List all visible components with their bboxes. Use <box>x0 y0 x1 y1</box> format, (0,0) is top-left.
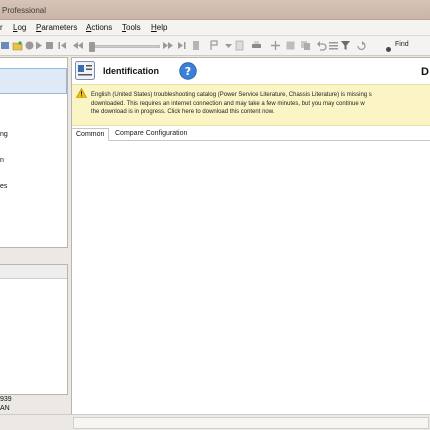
menu-actions[interactable]: Actions <box>86 23 112 32</box>
tree-item[interactable]: n <box>0 157 4 164</box>
svg-text:?: ? <box>185 65 191 78</box>
fast-forward-icon[interactable] <box>163 40 174 51</box>
tree-item[interactable]: ng <box>0 131 8 138</box>
list-icon[interactable] <box>328 40 339 51</box>
window-title: Professional <box>2 6 47 15</box>
document-icon[interactable] <box>234 40 245 51</box>
info-pane <box>0 264 68 395</box>
menu-item-truncated[interactable]: r <box>0 23 3 32</box>
page-title: Identification <box>103 66 159 76</box>
dropdown-icon[interactable] <box>223 40 234 51</box>
skip-start-icon[interactable] <box>57 40 68 51</box>
status-field <box>73 417 429 429</box>
info-line-2: AN <box>0 405 10 412</box>
warning-link[interactable]: the download is in progress. Click here … <box>91 108 430 117</box>
tree-item[interactable]: es <box>0 183 7 190</box>
find-label[interactable]: Find <box>395 41 409 48</box>
title-bar: Professional <box>0 0 430 20</box>
missing-catalog-warning[interactable]: English (United States) troubleshooting … <box>72 84 430 126</box>
tab-common[interactable]: Common <box>72 128 110 141</box>
open-folder-icon[interactable] <box>12 40 23 51</box>
grid-icon[interactable] <box>285 40 296 51</box>
play-icon[interactable] <box>33 40 44 51</box>
skip-end-icon[interactable] <box>177 40 188 51</box>
menu-parameters[interactable]: Parameters <box>36 23 77 32</box>
tree-item-selected[interactable] <box>0 68 67 94</box>
main-pane: Identification ? D English (United State… <box>71 57 430 416</box>
tab-strip: Common Compare Configuration <box>72 128 430 141</box>
tab-content <box>72 142 430 416</box>
info-line-1: 939 <box>0 396 12 403</box>
refresh-icon[interactable] <box>356 40 367 51</box>
copy-icon[interactable] <box>300 40 311 51</box>
slider-knob[interactable] <box>89 42 95 52</box>
menu-bar: r Log Parameters Actions Tools Help <box>0 20 430 36</box>
warning-line: English (United States) troubleshooting … <box>91 92 372 98</box>
undo-icon[interactable] <box>316 40 327 51</box>
identification-card-icon <box>75 61 95 80</box>
find-icon[interactable] <box>386 47 391 52</box>
toolbar: Find <box>0 36 430 56</box>
help-icon[interactable]: ? <box>179 62 197 80</box>
print-icon[interactable] <box>251 40 262 51</box>
rewind-icon[interactable] <box>72 40 83 51</box>
tool-icon[interactable] <box>0 40 11 51</box>
playback-slider[interactable] <box>89 42 160 52</box>
navigation-tree-pane: ng n es <box>0 57 68 248</box>
page-header: Identification ? D <box>72 58 430 84</box>
stop-icon[interactable] <box>44 40 55 51</box>
filter-icon[interactable] <box>340 40 351 51</box>
bookmark-icon[interactable] <box>191 40 202 51</box>
header-truncated-text: D <box>421 66 429 78</box>
app-window: Professional r Log Parameters Actions To… <box>0 0 430 430</box>
tab-compare-configuration[interactable]: Compare Configuration <box>111 128 191 141</box>
menu-tools[interactable]: Tools <box>122 23 141 32</box>
warning-icon <box>76 88 87 98</box>
menu-log[interactable]: Log <box>13 23 26 32</box>
move-icon[interactable] <box>270 40 281 51</box>
warning-line: downloaded. This requires an internet co… <box>91 100 365 107</box>
info-pane-header <box>0 265 67 279</box>
warning-message: English (United States) troubleshooting … <box>91 91 430 117</box>
menu-help[interactable]: Help <box>151 23 167 32</box>
flag-icon[interactable] <box>209 40 220 51</box>
